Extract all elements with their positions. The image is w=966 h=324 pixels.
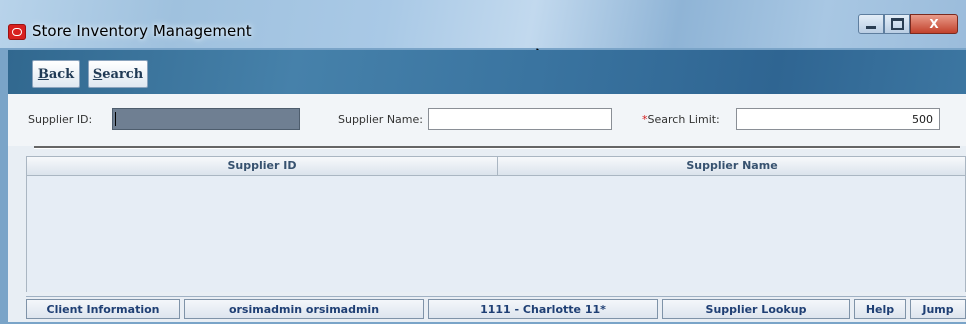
back-button[interactable]: Back: [32, 60, 80, 88]
column-header-supplier-name[interactable]: Supplier Name: [498, 157, 966, 175]
supplier-name-label: Supplier Name:: [338, 113, 423, 126]
search-limit-value: 500: [912, 112, 933, 126]
maximize-button[interactable]: [884, 14, 910, 34]
column-header-supplier-id[interactable]: Supplier ID: [27, 157, 497, 175]
close-icon: X: [929, 17, 939, 31]
close-button[interactable]: X: [910, 14, 958, 34]
status-bar: Client Information orsimadmin orsimadmin…: [26, 296, 966, 321]
results-table-header: Supplier ID Supplier Name: [26, 156, 966, 176]
minimize-icon: [866, 26, 876, 29]
results-table-body[interactable]: [26, 176, 966, 292]
search-criteria-panel: Supplier ID: Supplier Name: *Search Limi…: [8, 94, 966, 146]
screen-name-status: Supplier Lookup: [662, 299, 850, 319]
help-button[interactable]: Help: [854, 299, 906, 319]
title-bar[interactable]: Store Inventory Management X: [0, 0, 966, 48]
search-limit-label: *Search Limit:: [642, 113, 720, 126]
supplier-id-label: Supplier ID:: [28, 113, 93, 126]
app-icon[interactable]: [8, 24, 26, 40]
window-title: Store Inventory Management: [32, 22, 252, 40]
application-window: Store Inventory Management X Back Search…: [0, 0, 966, 324]
supplier-name-field[interactable]: [428, 108, 612, 130]
user-status: orsimadmin orsimadmin: [184, 299, 424, 319]
search-button-label: earch: [102, 66, 144, 82]
supplier-id-field[interactable]: [112, 108, 300, 130]
search-button-mnemonic: S: [92, 66, 103, 82]
separator: [34, 146, 960, 149]
jump-button[interactable]: Jump: [910, 299, 966, 319]
search-button[interactable]: Search: [88, 60, 148, 88]
search-limit-field[interactable]: 500: [736, 108, 940, 130]
back-button-mnemonic: B: [37, 66, 49, 82]
back-button-label: ack: [48, 66, 75, 82]
maximize-icon: [890, 18, 904, 30]
client-information-button[interactable]: Client Information: [26, 299, 180, 319]
search-limit-label-text: Search Limit:: [647, 113, 720, 126]
toolbar: Back Search: [8, 50, 966, 94]
minimize-button[interactable]: [858, 14, 884, 34]
store-status: 1111 - Charlotte 11*: [428, 299, 658, 319]
text-caret: [115, 112, 116, 126]
window-controls: X: [858, 14, 958, 36]
content-area: Supplier ID: Supplier Name: *Search Limi…: [8, 94, 966, 322]
